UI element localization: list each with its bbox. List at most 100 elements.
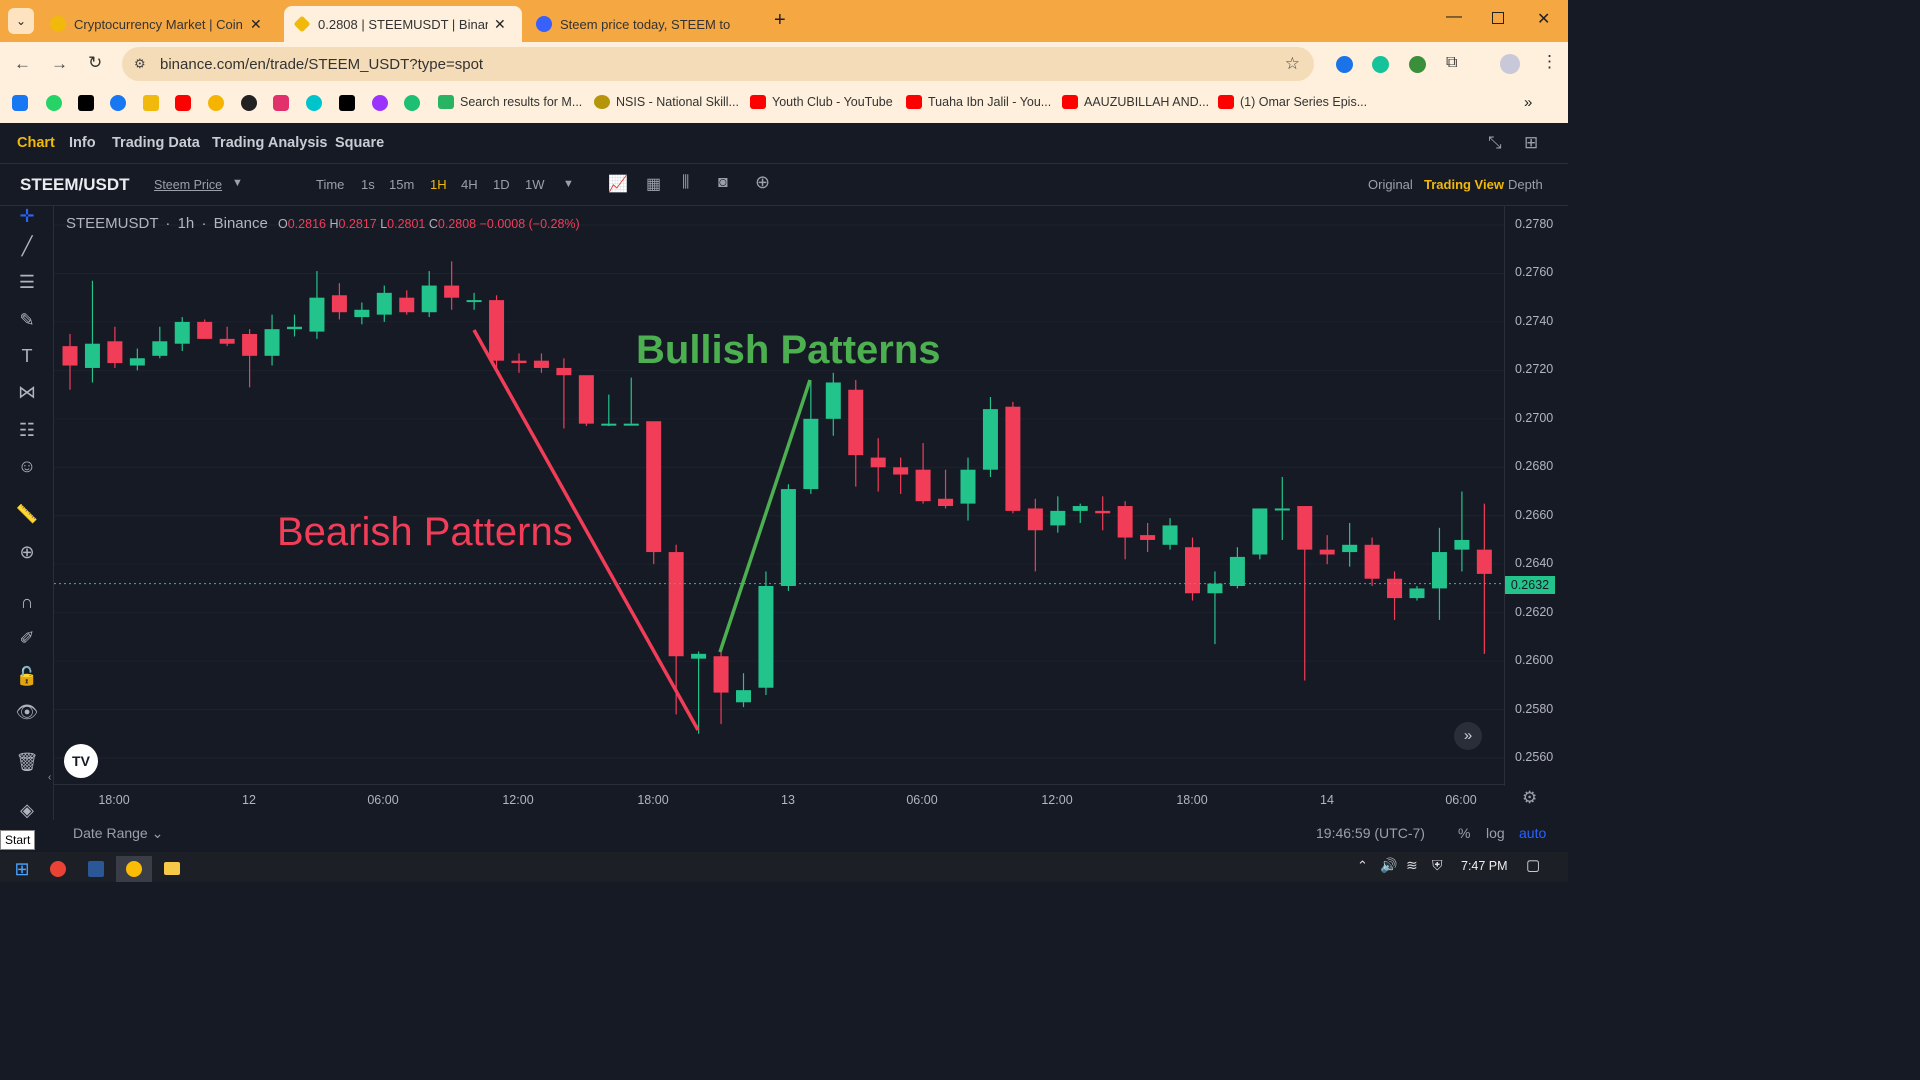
time-axis[interactable]: 18:00 12 06:00 12:00 18:00 13 06:00 12:00 18:00 1… (54, 784, 1504, 814)
site-info-icon[interactable]: ⚙ (134, 56, 146, 72)
candle[interactable] (1140, 522, 1156, 553)
youtube-icon[interactable] (175, 95, 191, 111)
candle[interactable] (601, 394, 617, 427)
candle[interactable] (1162, 518, 1178, 550)
candle[interactable] (1319, 535, 1335, 565)
facebook-icon[interactable] (110, 95, 126, 111)
magnet-icon[interactable]: ∩ (14, 592, 40, 618)
candle[interactable] (331, 283, 347, 320)
candle[interactable] (736, 673, 751, 708)
browser-tab-steem[interactable]: Steem price today, STEEM to US (526, 6, 764, 42)
extension-globe-icon[interactable] (1409, 56, 1426, 73)
close-tab-icon[interactable]: ✕ (250, 16, 262, 33)
candle[interactable] (1229, 547, 1245, 589)
forecast-icon[interactable]: ☷ (14, 420, 40, 446)
bookmark-item[interactable]: Search results for M... (438, 95, 582, 109)
candle[interactable] (174, 317, 190, 351)
caret-down-icon[interactable]: ▼ (232, 177, 243, 189)
steem-price-link[interactable]: Steem Price (154, 178, 222, 192)
tray-chevron-icon[interactable]: ⌃ (1357, 858, 1368, 874)
wifi-icon[interactable]: ≋ (1406, 857, 1418, 874)
collapse-arrow-icon[interactable]: ‹ (48, 772, 51, 783)
nav-chart[interactable]: Chart (17, 135, 55, 151)
indicators-icon[interactable]: 📈 (608, 174, 628, 194)
minimize-button[interactable]: — (1446, 8, 1462, 26)
tab-search-button[interactable]: ⌄ (8, 8, 34, 34)
chatgpt-icon[interactable] (241, 95, 257, 111)
candlestick-chart[interactable] (54, 206, 1504, 784)
candle[interactable] (376, 285, 392, 322)
candle[interactable] (1342, 522, 1358, 567)
new-tab-button[interactable]: + (774, 9, 786, 32)
candle[interactable] (1476, 503, 1492, 654)
pencil-lock-icon[interactable]: ✐ (14, 628, 40, 654)
candle[interactable] (1364, 537, 1380, 586)
close-window-button[interactable]: ✕ (1537, 9, 1550, 29)
candle[interactable] (107, 326, 123, 368)
browser-tab-binance[interactable]: 0.2808 | STEEMUSDT | Binance ✕ (284, 6, 522, 42)
bookmark-item[interactable]: (1) Omar Series Epis... (1218, 95, 1367, 109)
camera-icon[interactable]: ◙ (718, 174, 728, 192)
candle[interactable] (399, 290, 415, 315)
collapse-icon[interactable]: ⤡ (1488, 133, 1502, 153)
candle[interactable] (1207, 571, 1223, 645)
eye-icon[interactable]: 👁 (14, 702, 40, 728)
candle[interactable] (1252, 508, 1268, 560)
candle[interactable] (309, 271, 325, 339)
bookmark-item[interactable]: AAUZUBILLAH AND... (1062, 95, 1209, 109)
grid-layout-icon[interactable]: ⊞ (1524, 133, 1538, 153)
chrome-icon[interactable] (208, 95, 224, 111)
word-taskbar-icon[interactable] (78, 856, 114, 882)
pattern-icon[interactable]: ⋈ (14, 382, 40, 408)
profile-avatar[interactable] (1500, 54, 1520, 74)
log-toggle[interactable]: log (1486, 825, 1505, 841)
restore-button[interactable] (1492, 12, 1504, 24)
menu-dots-icon[interactable]: ⋮ (1541, 52, 1558, 72)
binance-icon[interactable] (143, 95, 159, 111)
zoom-in-icon[interactable]: ⊕ (14, 542, 40, 568)
timeframe-4h[interactable]: 4H (461, 177, 478, 192)
scroll-to-realtime-button[interactable]: » (1454, 722, 1482, 750)
volume-icon[interactable]: 🔊 (1380, 857, 1397, 874)
tiktok-icon[interactable] (339, 95, 355, 111)
whatsapp-icon[interactable] (46, 95, 62, 111)
candle[interactable] (1297, 506, 1313, 681)
nav-trading-data[interactable]: Trading Data (112, 135, 200, 151)
timeframe-1w[interactable]: 1W (525, 177, 545, 192)
nav-info[interactable]: Info (69, 135, 96, 151)
candle[interactable] (758, 571, 774, 696)
candle[interactable] (1409, 585, 1425, 601)
shield-icon[interactable]: ⛨ (1432, 857, 1443, 874)
chrome-taskbar-icon[interactable] (40, 856, 76, 882)
candle[interactable] (1454, 491, 1470, 572)
extension-meet-icon[interactable] (1336, 56, 1353, 73)
candle[interactable] (219, 326, 235, 347)
extensions-puzzle-icon[interactable]: ⧉ (1446, 54, 1457, 72)
bookmark-item[interactable]: Tuaha Ibn Jalil - You... (906, 95, 1051, 109)
emoji-icon[interactable]: ☺ (14, 456, 40, 482)
candle[interactable] (848, 380, 864, 487)
meta-icon[interactable] (12, 95, 28, 111)
candle[interactable] (870, 438, 886, 492)
nav-trading-analysis[interactable]: Trading Analysis (212, 135, 328, 151)
candle[interactable] (62, 334, 78, 390)
forward-arrow-icon[interactable]: → (51, 54, 68, 74)
candle[interactable] (578, 375, 594, 427)
candle[interactable] (1431, 527, 1447, 620)
candle[interactable] (84, 280, 100, 383)
trendline-icon[interactable]: ╱ (14, 236, 40, 262)
candle[interactable] (938, 469, 954, 509)
timeframe-1h[interactable]: 1H (430, 177, 447, 192)
candle[interactable] (466, 292, 482, 310)
candle[interactable] (1005, 401, 1021, 514)
candle[interactable] (1095, 496, 1111, 531)
layers-icon[interactable]: ◈ (14, 800, 40, 826)
nav-square[interactable]: Square (335, 135, 384, 151)
building-icon[interactable]: ▦ (646, 174, 661, 194)
candle[interactable] (1117, 501, 1133, 560)
file-explorer-taskbar-icon[interactable] (154, 856, 190, 882)
close-tab-icon[interactable]: ✕ (494, 16, 506, 33)
windows-start-icon[interactable]: ⊞ (4, 856, 40, 882)
horizontal-lines-icon[interactable]: ☰ (14, 272, 40, 298)
ruler-icon[interactable]: 📏 (14, 504, 40, 530)
